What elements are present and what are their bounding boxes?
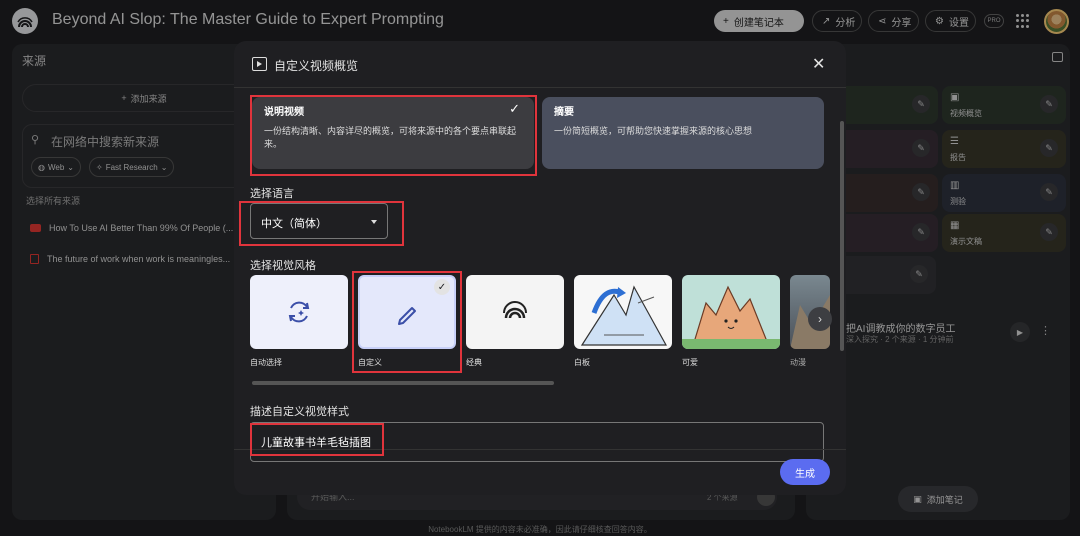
vertical-scrollbar[interactable] (840, 121, 844, 351)
video-overview-icon (252, 57, 267, 71)
whiteboard-image (580, 285, 668, 346)
auto-refresh-icon (288, 301, 310, 323)
type-card-explainer[interactable]: 说明视频 ✓ 一份结构清晰、内容详尽的概览，可将来源中的各个要点串联起来。 (252, 97, 534, 169)
style-name: 自动选择 (250, 358, 282, 367)
chevron-right-icon[interactable]: › (808, 307, 832, 331)
style-name: 经典 (466, 358, 482, 367)
generate-button[interactable]: 生成 (780, 459, 830, 485)
style-name: 可爱 (682, 358, 698, 367)
style-name: 白板 (574, 358, 590, 367)
horizontal-scrollbar[interactable] (252, 381, 554, 385)
footer-divider (234, 449, 846, 450)
type-card-summary[interactable]: 摘要 一份简短概览，可帮助您快速掌握来源的核心思想 (542, 97, 824, 169)
dialog-title: 自定义视频概览 (274, 59, 359, 73)
style-card-cute[interactable] (682, 275, 780, 349)
caret-down-icon (371, 220, 377, 224)
cute-image (682, 285, 780, 349)
custom-video-overview-dialog: 自定义视频概览 ✕ 说明视频 ✓ 一份结构清晰、内容详尽的概览，可将来源中的各个… (234, 41, 846, 495)
custom-style-input[interactable]: 儿童故事书羊毛毡插图 (250, 422, 824, 462)
style-name: 动漫 (790, 358, 806, 367)
style-card-classic[interactable] (466, 275, 564, 349)
style-card-whiteboard[interactable] (574, 275, 672, 349)
language-label: 选择语言 (250, 188, 294, 200)
header-divider (234, 87, 846, 88)
notebooklm-logo-icon (503, 301, 527, 319)
language-value: 中文（简体） (261, 218, 327, 230)
style-card-auto[interactable] (250, 275, 348, 349)
check-icon: ✓ (509, 101, 520, 116)
custom-style-label: 描述自定义视觉样式 (250, 406, 349, 418)
language-select[interactable]: 中文（简体） (250, 203, 388, 239)
type-card-title: 摘要 (554, 107, 574, 118)
style-name: 自定义 (358, 358, 382, 367)
close-icon[interactable]: ✕ (812, 54, 825, 74)
visual-style-label: 选择视觉风格 (250, 260, 316, 272)
selected-check-icon: ✓ (434, 279, 450, 295)
type-card-desc: 一份简短概览，可帮助您快速掌握来源的核心思想 (554, 126, 753, 136)
type-card-title: 说明视频 (264, 107, 304, 118)
type-card-desc: 一份结构清晰、内容详尽的概览，可将来源中的各个要点串联起来。 (264, 126, 517, 149)
